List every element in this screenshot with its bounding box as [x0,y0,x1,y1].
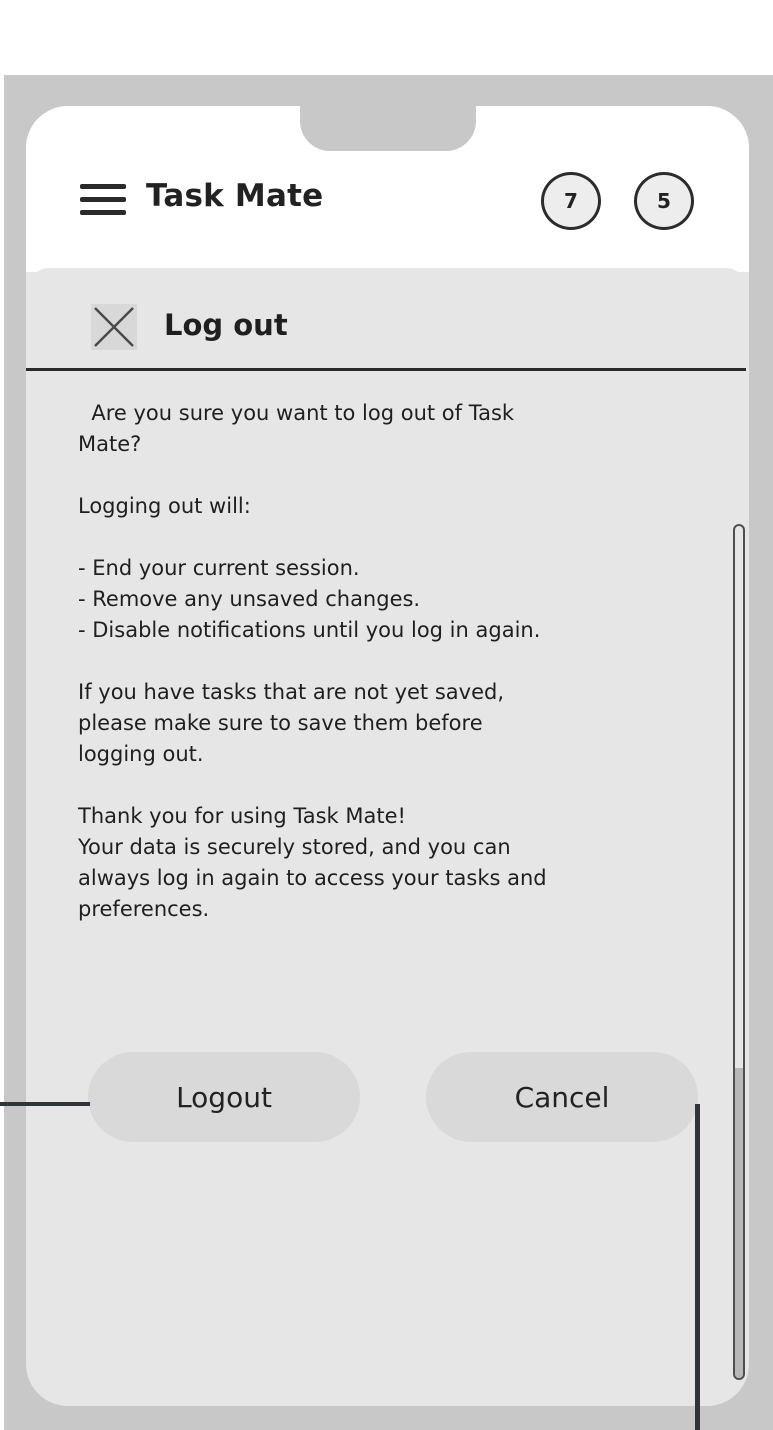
cancel-connector-line [695,1104,700,1430]
logout-connector-line [0,1102,90,1106]
logout-modal-header: Log out [26,268,749,368]
phone-screen: Task Mate 7 5 Log out Are you sure you w… [26,106,749,1406]
wireframe-canvas: Task Mate 7 5 Log out Are you sure you w… [0,0,773,1430]
logout-button[interactable]: Logout [88,1052,360,1142]
menu-icon[interactable] [80,181,126,219]
scrollbar-thumb[interactable] [735,1068,743,1378]
cancel-button[interactable]: Cancel [426,1052,698,1142]
scrollbar-track[interactable] [733,524,745,1380]
count-badge-one[interactable]: 7 [541,172,601,230]
logout-message: Are you sure you want to log out of Task… [78,401,547,921]
count-badge-two[interactable]: 5 [634,172,694,230]
logout-modal-title: Log out [164,308,288,342]
app-title: Task Mate [146,178,324,214]
close-icon[interactable] [90,303,138,351]
phone-notch [300,106,476,151]
modal-divider [26,368,746,371]
